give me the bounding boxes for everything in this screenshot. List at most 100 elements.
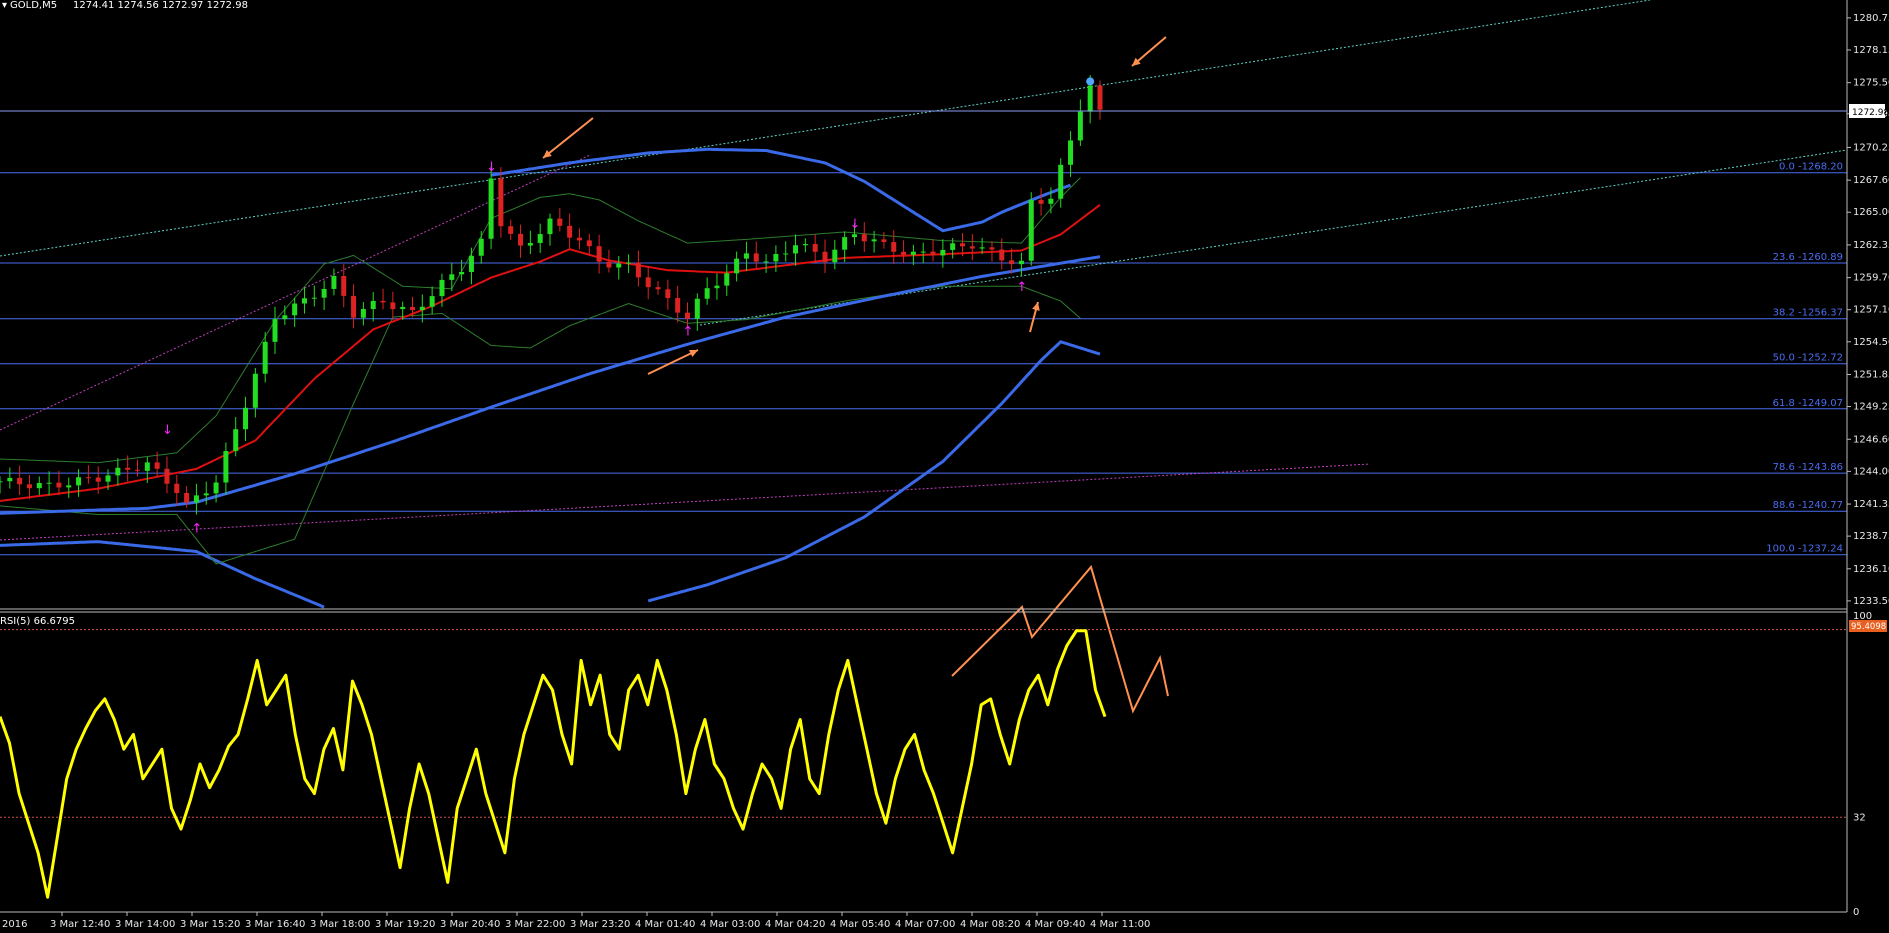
candle-body	[380, 300, 386, 303]
time-tick-label: 4 Mar 05:40	[830, 919, 890, 930]
candle-body	[76, 477, 82, 486]
time-tick-label: 4 Mar 08:20	[960, 919, 1020, 930]
candle-body	[763, 261, 769, 263]
candle-body	[459, 271, 465, 275]
candle-body	[7, 477, 13, 482]
candle-body	[174, 483, 180, 493]
candle-body	[390, 302, 396, 310]
candle-body	[645, 277, 651, 288]
candle-body	[773, 253, 779, 262]
candle-body	[1097, 85, 1103, 110]
candle-body	[243, 407, 249, 430]
candle-body	[714, 285, 720, 289]
candle-body	[675, 298, 681, 313]
candle-body	[115, 467, 121, 476]
candle-body	[400, 306, 406, 310]
candle-body	[46, 482, 52, 484]
candle-body	[468, 255, 474, 272]
fib-level-label: 38.2 -1256.37	[1773, 308, 1843, 319]
candle-body	[616, 263, 622, 268]
candle-body	[252, 373, 258, 408]
candle-body	[154, 462, 160, 469]
candle-body	[439, 279, 445, 297]
fractal-marker-icon: ↑	[1016, 280, 1027, 295]
price-tick-label: 1270.25	[1853, 142, 1889, 153]
candle-body	[891, 242, 897, 252]
chart-ohlc: 1274.41 1274.56 1272.97 1272.98	[73, 0, 248, 11]
candle-body	[36, 483, 42, 489]
candle-body	[783, 253, 789, 255]
price-tick-label: 1251.85	[1853, 369, 1889, 380]
candle-body	[1028, 200, 1034, 261]
fractal-marker-icon: ↓	[162, 423, 173, 438]
price-tick-label: 1233.50	[1853, 596, 1889, 607]
candle-body	[724, 273, 730, 286]
candle-body	[488, 178, 494, 239]
candle-body	[1077, 111, 1083, 141]
candle-body	[262, 341, 268, 374]
candle-body	[969, 246, 975, 249]
candle-body	[753, 253, 759, 262]
candle-body	[910, 251, 916, 255]
candle-body	[213, 482, 219, 494]
candle-body	[203, 493, 209, 496]
candle-body	[1048, 198, 1054, 204]
price-tick-label: 1275.50	[1853, 78, 1889, 89]
price-tick-label: 1265.00	[1853, 207, 1889, 218]
candle-body	[665, 289, 671, 299]
candle-body	[822, 251, 828, 263]
time-tick-label: 4 Mar 09:40	[1025, 919, 1085, 930]
candle-body	[586, 240, 592, 247]
candle-body	[812, 244, 818, 252]
price-tick-label: 1236.10	[1853, 564, 1889, 575]
candle-body	[1009, 260, 1015, 265]
candle-body	[410, 306, 415, 311]
candle-body	[429, 296, 435, 307]
candle-body	[125, 467, 131, 470]
candle-body	[950, 243, 956, 250]
price-tick-label: 1238.75	[1853, 531, 1889, 542]
time-tick-label: 4 Mar 04:20	[765, 919, 825, 930]
candle-body	[989, 247, 995, 250]
candle-body	[851, 234, 857, 238]
candle-body	[734, 258, 740, 274]
time-tick-label: 3 Mar 22:00	[505, 919, 565, 930]
price-tick-label: 1280.75	[1853, 13, 1889, 24]
candle-body	[704, 288, 710, 299]
fib-level-label: 100.0 -1237.24	[1766, 544, 1843, 555]
fib-level-label: 78.6 -1243.86	[1773, 462, 1843, 473]
fib-level-label: 23.6 -1260.89	[1773, 252, 1843, 263]
candle-body	[793, 245, 799, 254]
price-tick-label: 1262.35	[1853, 240, 1889, 251]
price-tick-label: 1244.00	[1853, 466, 1889, 477]
rsi-tick-label: 0	[1853, 907, 1859, 918]
candle-body	[1038, 200, 1044, 204]
candle-body	[478, 238, 484, 256]
candle-body	[960, 243, 965, 247]
time-tick-label: 3 Mar 19:20	[375, 919, 435, 930]
candle-body	[193, 495, 199, 503]
time-tick-label: 3 Mar 15:20	[180, 919, 240, 930]
candle-body	[26, 484, 32, 489]
price-tick-label: 1259.70	[1853, 273, 1889, 284]
candle-body	[341, 275, 347, 296]
time-tick-label: 3 Mar 18:00	[310, 919, 370, 930]
chart-symbol: GOLD,M5	[10, 0, 57, 11]
chart-window[interactable]: 0.0 -1268.20 23.6 -1260.89 38.2 -1256.37 50…	[0, 0, 1889, 933]
candle-body	[547, 218, 553, 235]
candle-body	[292, 303, 298, 316]
candle-body	[527, 242, 533, 246]
candle-body	[95, 477, 101, 482]
candle-body	[370, 300, 376, 309]
candle-body	[999, 249, 1005, 261]
candle-body	[508, 226, 514, 234]
fib-level-label: 0.0 -1268.20	[1779, 162, 1843, 173]
time-tick-label: 3 Mar 23:20	[570, 919, 630, 930]
time-tick-label: Mar 2016	[0, 919, 28, 930]
candle-body	[164, 468, 170, 484]
candle-body	[1018, 260, 1024, 265]
candle-body	[802, 244, 808, 246]
price-tick-label: 1241.35	[1853, 499, 1889, 510]
candle-body	[930, 251, 936, 256]
rsi-title: RSI(5) 66.6795	[0, 616, 75, 627]
